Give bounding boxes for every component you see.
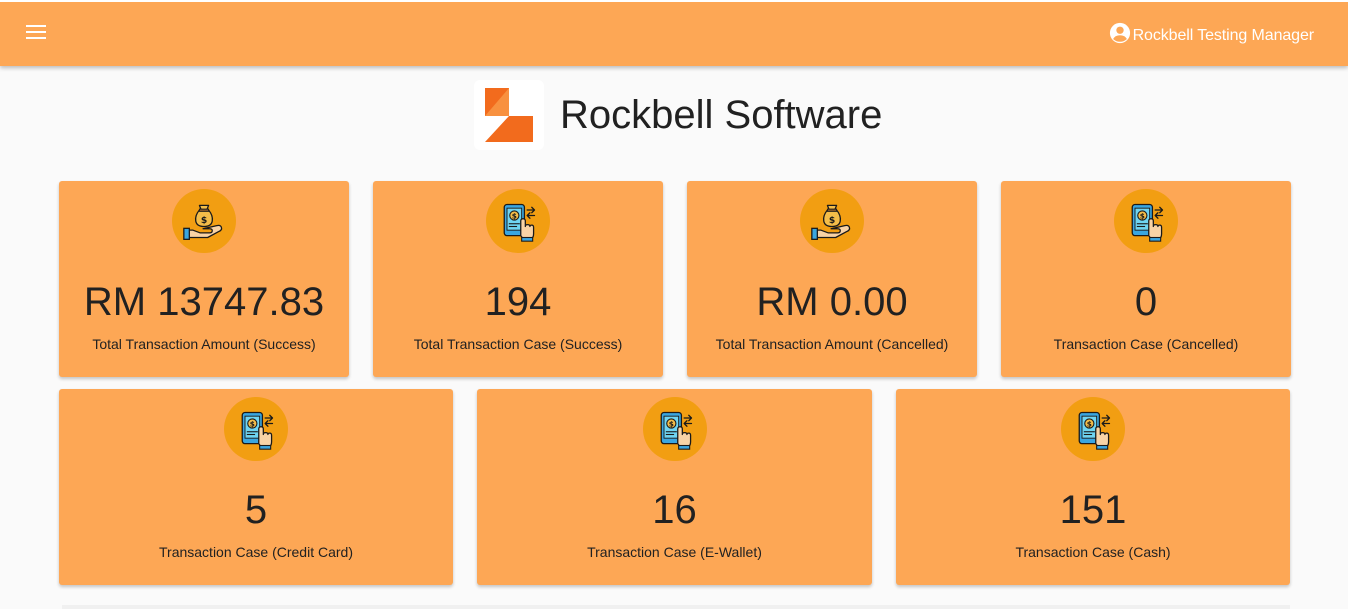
phone-payment-icon (486, 189, 550, 253)
stat-card-case-e-wallet: 16 Transaction Case (E-Wallet) (477, 389, 872, 585)
stat-label: Total Transaction Amount (Cancelled) (715, 336, 949, 352)
stat-card-total-amount-cancelled: RM 0.00 Total Transaction Amount (Cancel… (687, 181, 977, 377)
money-bag-hand-icon (172, 189, 236, 253)
stat-value: RM 13747.83 (83, 280, 325, 324)
stat-value: 194 (484, 280, 552, 324)
stat-value: RM 0.00 (756, 280, 908, 324)
stat-value: 151 (1059, 488, 1127, 532)
stat-label: Transaction Case (E-Wallet) (587, 544, 762, 560)
money-bag-hand-icon (800, 189, 864, 253)
stat-value: 0 (1134, 280, 1158, 324)
stat-card-case-cash: 151 Transaction Case (Cash) (896, 389, 1290, 585)
stat-label: Transaction Case (Cash) (1015, 544, 1171, 560)
menu-button[interactable] (22, 20, 50, 48)
stat-value: 5 (244, 488, 268, 532)
stat-label: Transaction Case (Cancelled) (1053, 336, 1239, 352)
phone-payment-icon (1061, 397, 1125, 461)
account-circle-icon[interactable] (1109, 22, 1131, 49)
stat-card-total-case-success: 194 Total Transaction Case (Success) (373, 181, 663, 377)
user-menu-button[interactable]: Rockbell Testing Manager (1109, 22, 1314, 49)
phone-payment-icon (1114, 189, 1178, 253)
brand-name: Rockbell Software (560, 92, 883, 137)
rockbell-logo (474, 80, 544, 150)
phone-payment-icon (224, 397, 288, 461)
stat-card-case-credit-card: 5 Transaction Case (Credit Card) (59, 389, 453, 585)
menu-icon[interactable] (26, 24, 46, 45)
brand-header: Rockbell Software (474, 80, 882, 150)
stat-label: Total Transaction Case (Success) (413, 336, 623, 352)
stat-card-total-amount-success: RM 13747.83 Total Transaction Amount (Su… (59, 181, 349, 377)
stat-label: Total Transaction Amount (Success) (92, 336, 316, 352)
stat-value: 16 (652, 488, 697, 532)
stat-card-case-cancelled: 0 Transaction Case (Cancelled) (1001, 181, 1291, 377)
stat-label: Transaction Case (Credit Card) (159, 544, 353, 560)
phone-payment-icon (642, 397, 707, 461)
user-name[interactable]: Rockbell Testing Manager (1133, 27, 1315, 45)
top-app-bar: Rockbell Testing Manager (0, 0, 1348, 66)
content-divider (62, 605, 1290, 609)
